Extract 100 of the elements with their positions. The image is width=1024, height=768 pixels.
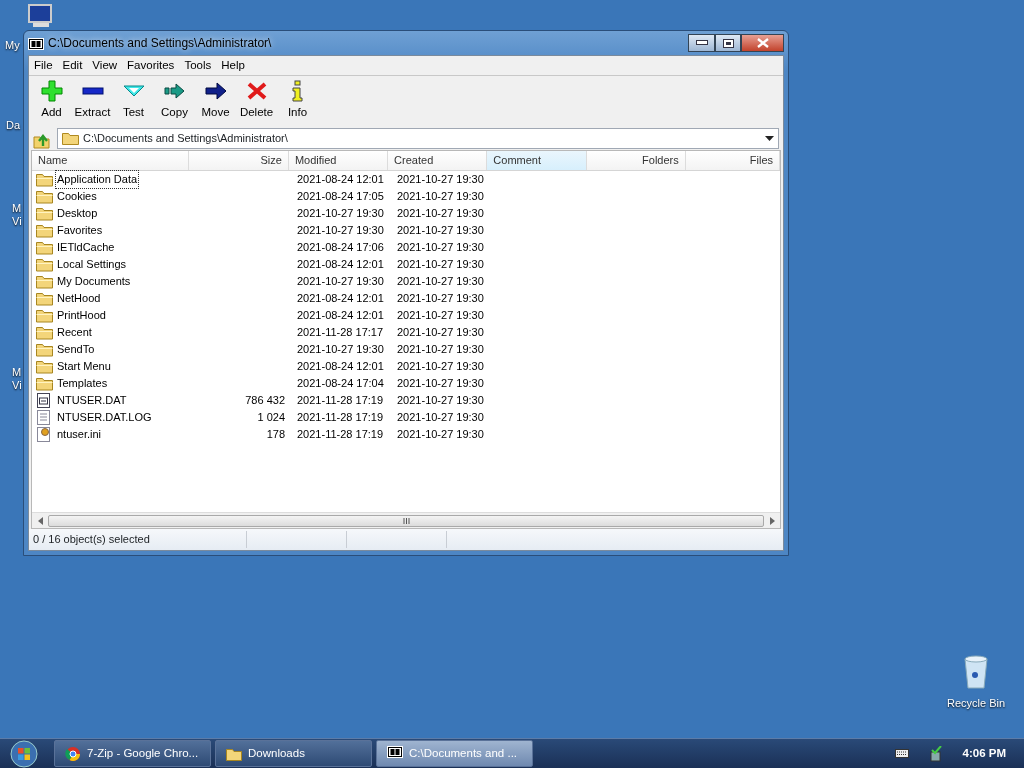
file-name[interactable]: PrintHood bbox=[55, 306, 108, 325]
dropdown-icon[interactable] bbox=[765, 135, 774, 141]
file-name[interactable]: ntuser.ini bbox=[55, 425, 104, 444]
file-name[interactable]: Local Settings bbox=[55, 255, 129, 274]
network-icon[interactable] bbox=[928, 745, 943, 762]
window-title: C:\Documents and Settings\Administrator\ bbox=[48, 35, 272, 52]
toolbar-button[interactable]: Move bbox=[195, 80, 236, 122]
table-cell-text: 2021-10-27 19:30 bbox=[396, 274, 485, 290]
table-cell-text: 1 024 bbox=[256, 410, 286, 426]
folder-icon bbox=[36, 376, 53, 391]
keyboard-icon[interactable] bbox=[894, 749, 909, 758]
minimize-button[interactable] bbox=[688, 34, 715, 52]
file-name[interactable]: My Documents bbox=[55, 272, 133, 291]
file-name[interactable]: NTUSER.DAT bbox=[55, 391, 129, 410]
address-field[interactable]: C:\Documents and Settings\Administrator\ bbox=[57, 127, 779, 149]
table-cell-text: 2021-10-27 19:30 bbox=[396, 291, 485, 307]
table-cell-text: 2021-11-28 17:19 bbox=[296, 427, 385, 443]
file-name[interactable]: Recent bbox=[55, 323, 94, 342]
table-cell-text: 2021-08-24 12:01 bbox=[296, 257, 385, 273]
desktop-icon-label[interactable]: M Vi bbox=[12, 202, 22, 228]
file-name[interactable]: Application Data bbox=[55, 170, 140, 189]
minimize-icon[interactable] bbox=[695, 40, 708, 46]
table-cell-text: 2021-10-27 19:30 bbox=[396, 427, 485, 443]
table-cell-text: 2021-10-27 19:30 bbox=[396, 359, 485, 375]
table-cell-text: 2021-08-24 12:01 bbox=[296, 359, 385, 375]
taskbar-button[interactable]: 7-Zip - Google Chro... bbox=[54, 740, 211, 767]
menu-item[interactable]: File bbox=[29, 56, 58, 75]
folder-icon bbox=[62, 131, 79, 145]
table-cell-text: 2021-08-24 17:05 bbox=[296, 189, 385, 205]
scroll-thumb[interactable] bbox=[48, 514, 764, 527]
table-cell-text: 2021-10-27 19:30 bbox=[296, 342, 385, 358]
app-icon bbox=[28, 37, 44, 50]
toolbar-button[interactable]: Test bbox=[113, 80, 154, 122]
table-cell-text: 2021-08-24 12:01 bbox=[296, 172, 385, 188]
desktop-icon-label[interactable]: Recycle Bin bbox=[946, 695, 1006, 712]
column-header[interactable]: Name bbox=[32, 151, 189, 170]
table-cell-text: 2021-08-24 12:01 bbox=[296, 291, 385, 307]
menu-item[interactable]: Edit bbox=[57, 56, 88, 75]
menu-item[interactable]: Favorites bbox=[122, 56, 180, 75]
table-cell-text: 2021-10-27 19:30 bbox=[396, 325, 485, 341]
column-header[interactable]: Size bbox=[188, 151, 289, 170]
column-header[interactable]: Files bbox=[685, 151, 780, 170]
folder-icon bbox=[36, 189, 53, 204]
folder-icon bbox=[36, 206, 53, 221]
file-name[interactable]: Cookies bbox=[55, 187, 99, 206]
table-cell-text: 2021-10-27 19:30 bbox=[396, 393, 485, 409]
folder-icon bbox=[36, 291, 53, 306]
menu-item[interactable]: Help bbox=[216, 56, 250, 75]
column-header[interactable]: Folders bbox=[586, 151, 686, 170]
text-file-icon bbox=[36, 410, 53, 425]
maximize-icon[interactable] bbox=[722, 38, 734, 48]
table-cell-text: 2021-11-28 17:19 bbox=[296, 393, 385, 409]
toolbar-button[interactable]: Copy bbox=[154, 80, 195, 122]
table-cell-text: 2021-11-28 17:19 bbox=[296, 410, 385, 426]
table-cell-text: 2021-08-24 12:01 bbox=[296, 308, 385, 324]
table-cell-text: 2021-10-27 19:30 bbox=[396, 240, 485, 256]
table-cell-text: 786 432 bbox=[244, 393, 286, 409]
clock[interactable]: 4:06 PM bbox=[962, 744, 1006, 763]
table-cell-text: 2021-10-27 19:30 bbox=[396, 206, 485, 222]
toolbar-button[interactable]: Info bbox=[277, 80, 318, 122]
file-name[interactable]: Favorites bbox=[55, 221, 105, 240]
folder-icon bbox=[36, 257, 53, 272]
column-header[interactable]: Comment bbox=[487, 151, 587, 170]
desktop-icon-label[interactable]: M Vi bbox=[12, 366, 22, 392]
file-name[interactable]: Start Menu bbox=[55, 357, 113, 376]
column-header[interactable]: Modified bbox=[288, 151, 389, 170]
menu-item[interactable]: View bbox=[87, 56, 123, 75]
file-icon bbox=[36, 393, 53, 408]
desktop-icon-label[interactable]: My bbox=[5, 37, 20, 54]
toolbar-button[interactable]: Extract bbox=[72, 80, 113, 122]
horizontal-scrollbar[interactable] bbox=[32, 512, 780, 528]
folder-icon bbox=[36, 359, 53, 374]
status-text: 0 / 16 object(s) selected bbox=[33, 532, 150, 548]
table-cell-text: 178 bbox=[265, 427, 286, 443]
file-name[interactable]: NTUSER.DAT.LOG bbox=[55, 408, 154, 427]
folder-icon bbox=[36, 274, 53, 289]
toolbar-button[interactable]: Add bbox=[31, 80, 72, 122]
table-cell-text: 2021-10-27 19:30 bbox=[396, 223, 485, 239]
close-button[interactable] bbox=[741, 34, 784, 52]
recycle-bin-icon[interactable] bbox=[963, 655, 989, 689]
file-name[interactable]: Desktop bbox=[55, 204, 100, 223]
table-cell-text: 2021-10-27 19:30 bbox=[396, 410, 485, 426]
arrow-icon bbox=[204, 80, 227, 103]
table-cell-text: 2021-10-27 19:30 bbox=[296, 206, 385, 222]
file-name[interactable]: IETldCache bbox=[55, 238, 117, 257]
file-name[interactable]: NetHood bbox=[55, 289, 103, 308]
maximize-button[interactable] bbox=[715, 34, 741, 52]
scroll-left-icon[interactable] bbox=[37, 516, 43, 525]
menu-item[interactable]: Tools bbox=[179, 56, 217, 75]
table-cell-text: 2021-10-27 19:30 bbox=[396, 172, 485, 188]
table-cell-text: 2021-08-24 17:04 bbox=[296, 376, 385, 392]
plus-icon bbox=[40, 80, 63, 103]
file-name[interactable]: SendTo bbox=[55, 340, 97, 359]
file-name[interactable]: Templates bbox=[55, 374, 110, 393]
scroll-right-icon[interactable] bbox=[769, 516, 775, 525]
close-icon[interactable] bbox=[756, 38, 769, 48]
table-cell-text: 2021-10-27 19:30 bbox=[296, 274, 385, 290]
start-button[interactable] bbox=[8, 739, 40, 768]
taskbar-button[interactable]: Downloads bbox=[215, 740, 372, 767]
toolbar-button[interactable]: Delete bbox=[236, 80, 277, 122]
